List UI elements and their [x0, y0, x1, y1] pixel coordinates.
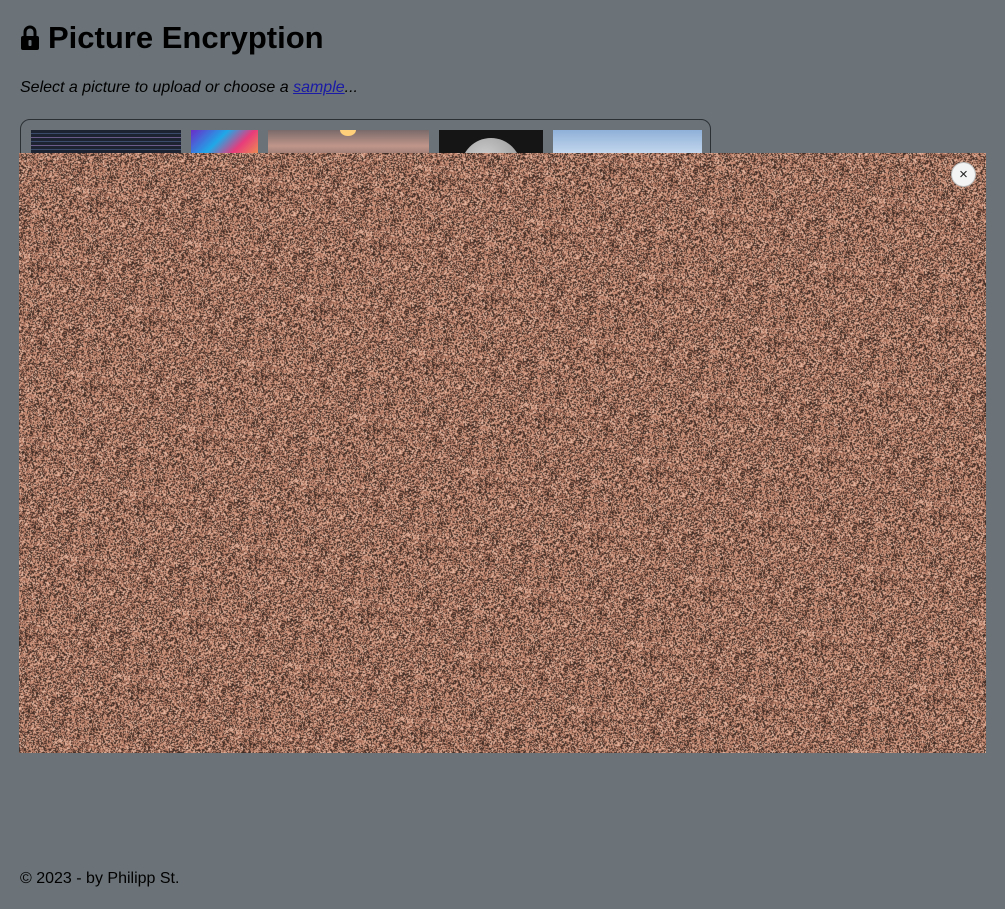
intro-text: Select a picture to upload or choose a s… [20, 79, 358, 97]
close-icon: × [959, 166, 968, 183]
encrypted-noise-image [19, 153, 986, 753]
encrypted-image-modal [19, 153, 986, 753]
footer-copyright: © 2023 - by Philipp St. [20, 870, 180, 887]
intro-prefix: Select a picture to upload or choose a [20, 79, 294, 96]
close-button[interactable]: × [951, 162, 976, 187]
lock-icon [21, 25, 39, 50]
sample-link[interactable]: sample [293, 79, 345, 96]
intro-suffix: ... [344, 79, 358, 96]
title-text: Picture Encryption [48, 20, 324, 55]
page-title: Picture Encryption [20, 20, 324, 56]
